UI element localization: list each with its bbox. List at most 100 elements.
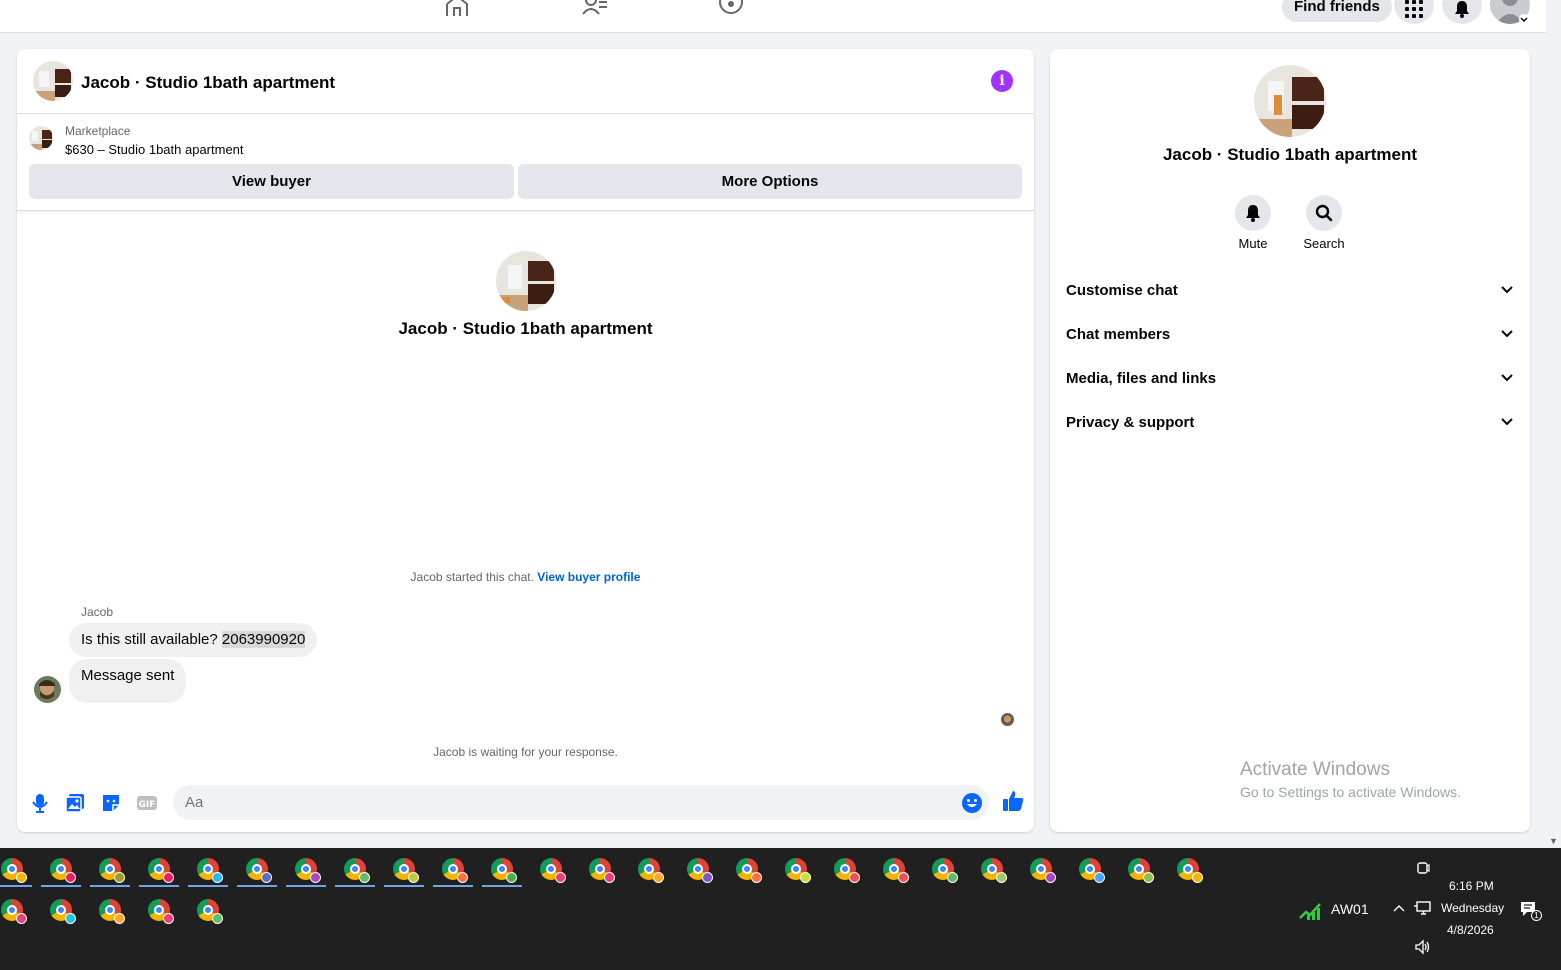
chrome-taskbar-icon[interactable]: [393, 858, 419, 883]
chrome-taskbar-icon[interactable]: [442, 858, 468, 883]
chat-avatar[interactable]: [33, 61, 73, 101]
profile-badge-icon: [163, 913, 174, 924]
active-window-indicator: [237, 885, 277, 887]
conversation-title: Jacob · Studio 1bath apartment: [398, 319, 653, 338]
profile-badge-icon: [163, 872, 174, 883]
chrome-taskbar-icon[interactable]: [1177, 858, 1203, 883]
find-friends-button[interactable]: Find friends: [1282, 0, 1392, 22]
show-hidden-icons-chevron-icon[interactable]: [1392, 903, 1406, 913]
active-window-indicator: [188, 885, 228, 887]
chrome-taskbar-icon[interactable]: [1079, 858, 1105, 883]
chrome-taskbar-icon[interactable]: [981, 858, 1007, 883]
message-input[interactable]: [173, 785, 989, 820]
profile-badge-icon: [310, 872, 321, 883]
chrome-taskbar-icon[interactable]: [540, 858, 566, 883]
gif-icon[interactable]: GIF: [136, 792, 158, 814]
chat-panel: Jacob · Studio 1bath apartment i Marketp…: [17, 49, 1034, 832]
profile-badge-icon: [849, 872, 860, 883]
profile-badge-icon: [212, 913, 223, 924]
chrome-taskbar-icon[interactable]: [1030, 858, 1056, 883]
home-icon[interactable]: [443, 0, 471, 16]
clock-date[interactable]: 4/8/2026: [1447, 923, 1494, 937]
message-text: Message sent: [81, 667, 175, 684]
watermark-subtitle: Go to Settings to activate Windows.: [1240, 784, 1461, 800]
search-label: Search: [1303, 236, 1345, 251]
chrome-taskbar-icon[interactable]: [50, 899, 76, 924]
chrome-taskbar-icon[interactable]: [1128, 858, 1154, 883]
meet-now-icon[interactable]: [1416, 861, 1430, 875]
customise-chat-section[interactable]: Customise chat: [1066, 268, 1514, 312]
phone-number-highlight[interactable]: 2063990920: [221, 631, 306, 648]
chrome-taskbar-icon[interactable]: [99, 858, 125, 883]
chat-title[interactable]: Jacob · Studio 1bath apartment: [81, 73, 335, 93]
signal-strength-icon[interactable]: [1298, 900, 1324, 920]
clock-day[interactable]: Wednesday: [1441, 901, 1504, 915]
profile-badge-icon: [408, 872, 419, 883]
search-action[interactable]: Search: [1288, 195, 1360, 251]
chrome-taskbar-icon[interactable]: [246, 858, 272, 883]
friends-icon[interactable]: [581, 0, 609, 16]
chrome-taskbar-icon[interactable]: [883, 858, 909, 883]
chrome-taskbar-icon[interactable]: [785, 858, 811, 883]
notifications-button[interactable]: [1442, 0, 1482, 24]
mute-action[interactable]: Mute: [1217, 195, 1289, 251]
action-center-button[interactable]: 1: [1519, 900, 1542, 922]
view-buyer-button[interactable]: View buyer: [29, 164, 514, 199]
page-scrollbar[interactable]: ▼: [1546, 0, 1561, 848]
microphone-icon[interactable]: [29, 792, 51, 814]
mute-label: Mute: [1238, 236, 1268, 251]
profile-badge-icon: [653, 872, 664, 883]
more-options-button[interactable]: More Options: [518, 164, 1022, 199]
listing-thumbnail[interactable]: [29, 126, 53, 150]
groups-icon[interactable]: [717, 0, 745, 16]
menu-grid-button[interactable]: [1394, 0, 1434, 24]
photo-icon[interactable]: [64, 792, 86, 814]
chrome-taskbar-icon[interactable]: [491, 858, 517, 883]
chrome-taskbar-icon[interactable]: [1, 899, 27, 924]
marketplace-label: Marketplace: [65, 124, 131, 138]
chrome-taskbar-icon[interactable]: [589, 858, 615, 883]
chrome-taskbar-icon[interactable]: [50, 858, 76, 883]
privacy-support-section[interactable]: Privacy & support: [1066, 400, 1514, 444]
chat-members-section[interactable]: Chat members: [1066, 312, 1514, 356]
volume-icon[interactable]: [1414, 939, 1432, 955]
chrome-taskbar-icon[interactable]: [344, 858, 370, 883]
info-icon[interactable]: i: [991, 70, 1013, 92]
chrome-taskbar-icon[interactable]: [687, 858, 713, 883]
section-label: Privacy & support: [1066, 413, 1195, 431]
notification-count-badge: 1: [1531, 910, 1542, 921]
sender-avatar[interactable]: [34, 676, 61, 703]
account-chevron-icon[interactable]: [1518, 14, 1530, 24]
activate-windows-watermark: Activate Windows Go to Settings to activ…: [1240, 759, 1461, 800]
scroll-down-arrow-icon[interactable]: ▼: [1549, 836, 1558, 846]
network-label[interactable]: AW01: [1331, 901, 1369, 917]
chrome-taskbar-icon[interactable]: [197, 858, 223, 883]
chrome-taskbar-icon[interactable]: [148, 858, 174, 883]
conversation-avatar[interactable]: [496, 251, 556, 311]
clock-time[interactable]: 6:16 PM: [1449, 879, 1494, 893]
chrome-taskbar-icon[interactable]: [197, 899, 223, 924]
network-monitor-icon[interactable]: [1414, 900, 1432, 916]
message-bubble[interactable]: Message sent: [69, 659, 187, 703]
details-avatar[interactable]: [1254, 65, 1326, 137]
like-thumb-icon[interactable]: [1001, 789, 1025, 813]
view-buyer-profile-link[interactable]: View buyer profile: [537, 570, 640, 584]
chrome-taskbar-icon[interactable]: [148, 899, 174, 924]
listing-title[interactable]: $630 – Studio 1bath apartment: [65, 142, 244, 157]
chrome-taskbar-icon[interactable]: [736, 858, 762, 883]
chrome-taskbar-icon[interactable]: [99, 899, 125, 924]
chrome-taskbar-icon[interactable]: [295, 858, 321, 883]
chrome-taskbar-icon[interactable]: [1, 858, 27, 883]
sender-name: Jacob: [81, 605, 114, 619]
chrome-taskbar-icon[interactable]: [932, 858, 958, 883]
chrome-taskbar-icon[interactable]: [834, 858, 860, 883]
active-window-indicator: [90, 885, 130, 887]
chat-details-panel: Jacob · Studio 1bath apartment Mute Sear…: [1050, 49, 1530, 832]
active-window-indicator: [41, 885, 81, 887]
bell-icon: [1246, 205, 1260, 222]
message-bubble[interactable]: Is this still available? 2063990920: [69, 623, 318, 657]
chrome-taskbar-icon[interactable]: [638, 858, 664, 883]
sticker-icon[interactable]: [100, 792, 122, 814]
media-files-links-section[interactable]: Media, files and links: [1066, 356, 1514, 400]
emoji-icon[interactable]: [961, 792, 983, 814]
